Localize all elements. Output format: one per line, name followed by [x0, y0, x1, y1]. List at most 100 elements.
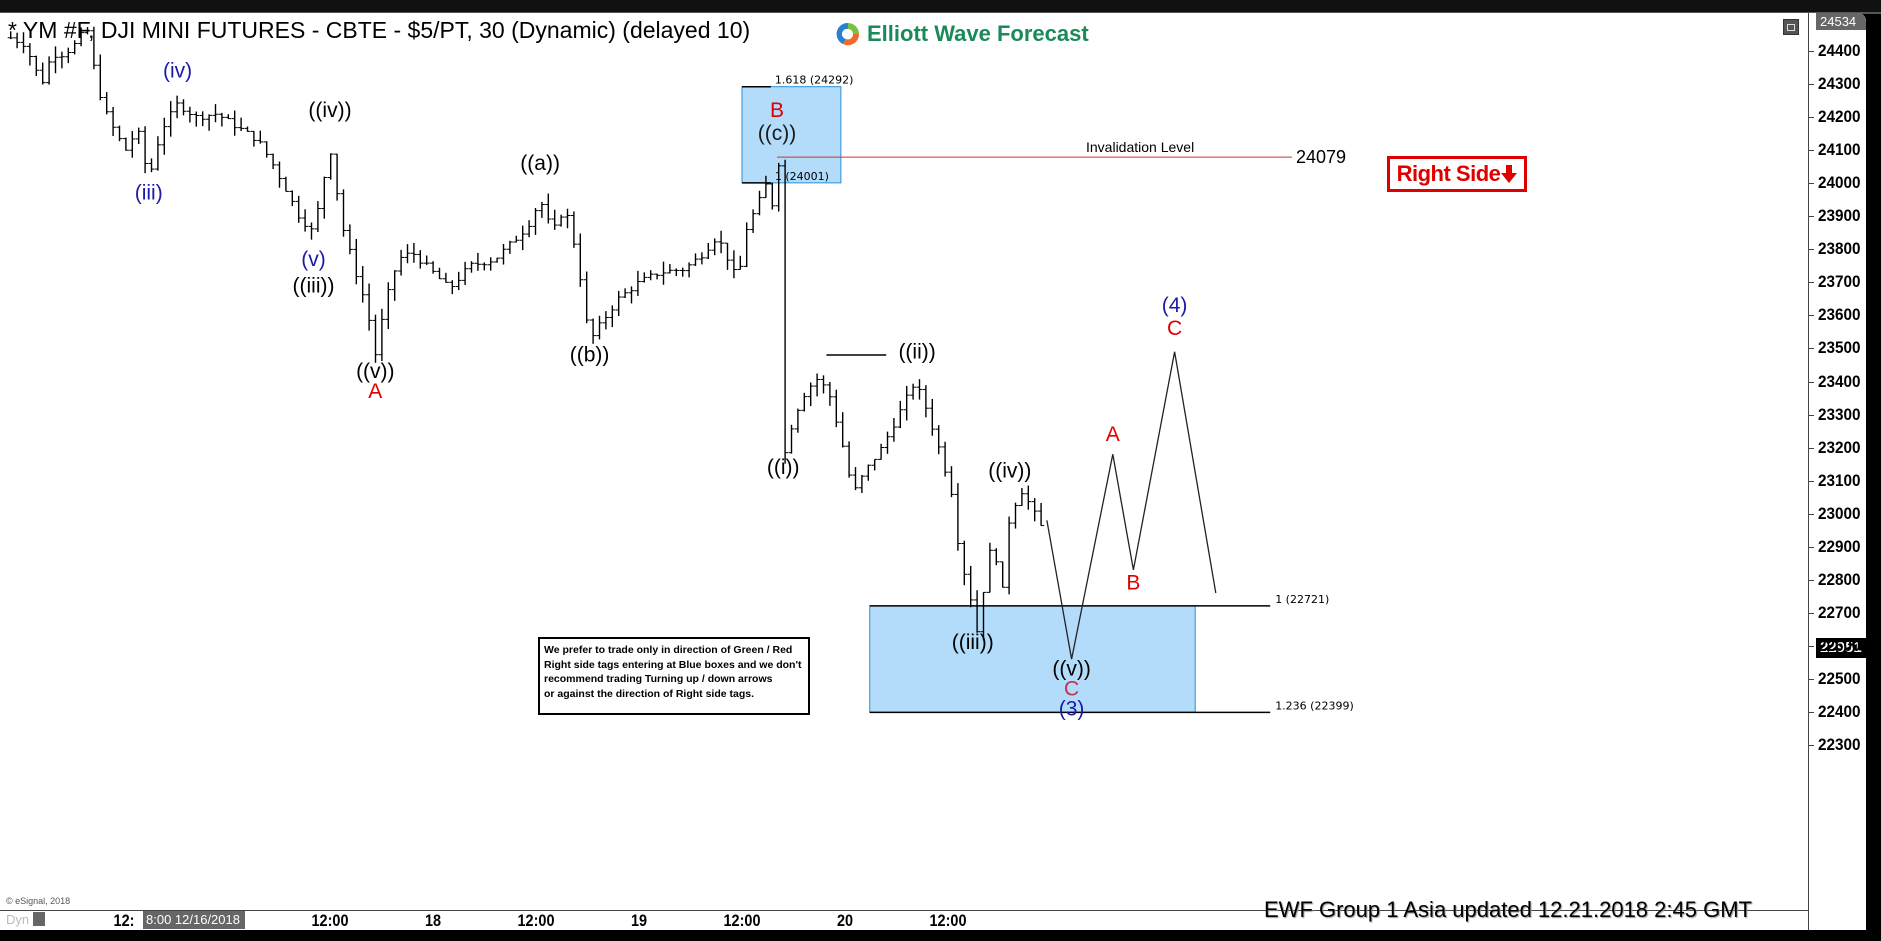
wave-label: ((c)): [758, 122, 796, 145]
chart-title: * YM #F, DJI MINI FUTURES - CBTE - $5/PT…: [8, 17, 751, 43]
x-axis-label: 12:00: [517, 911, 555, 930]
y-axis-tick: [1808, 183, 1814, 185]
wave-label: ((ii)): [898, 340, 935, 363]
fib-label-bottom: 1.236 (22399): [1275, 699, 1354, 712]
invalidation-value: 24079: [1296, 147, 1346, 167]
note-line: or against the direction of Right side t…: [544, 687, 755, 700]
y-axis-label: 22900: [1818, 536, 1861, 556]
wave-label: ((i)): [767, 456, 800, 479]
y-axis-label: 22500: [1818, 668, 1861, 688]
x-axis-label: 12:00: [929, 911, 967, 930]
y-axis-label: 23600: [1818, 305, 1861, 325]
y-axis-label: 23700: [1818, 272, 1861, 292]
y-axis-label: 23000: [1818, 503, 1861, 523]
y-axis-label: 22400: [1818, 702, 1861, 721]
screen-frame: 1.618 (24292) 1 (24001) 1 (22721) 1.236 (22…: [0, 0, 1881, 941]
y-axis-tick: [1808, 546, 1814, 548]
y-axis-tick: [1808, 745, 1814, 747]
wave-label: B: [770, 99, 784, 122]
y-axis-tick: [1808, 51, 1814, 52]
wave-label: (iii): [135, 182, 163, 205]
x-axis-label: 12:00: [311, 911, 349, 930]
y-axis-label: 24400: [1818, 41, 1861, 60]
y-axis-label: 23500: [1818, 338, 1861, 358]
wave-label: ((iii)): [293, 274, 335, 297]
y-axis-tick: [1808, 414, 1814, 416]
wave-label: (4): [1162, 294, 1188, 317]
y-axis-tick: [1808, 480, 1814, 482]
y-axis-tick: [1808, 712, 1814, 713]
y-axis-label: 22700: [1818, 602, 1861, 622]
y-axis-tick: [1808, 348, 1814, 350]
lock-icon[interactable]: [33, 912, 45, 926]
arrow-down-icon: [1501, 165, 1518, 183]
dyn-label: Dyn: [6, 912, 30, 927]
wave-label: ((iv)): [988, 459, 1031, 482]
note-line: recommend trading Turning up / down arro…: [544, 673, 773, 685]
y-axis-label: 23400: [1818, 371, 1861, 391]
y-axis-label: 24100: [1818, 140, 1861, 160]
y-axis-tick: [1808, 678, 1814, 680]
x-axis-label: 18: [424, 911, 442, 930]
copyright-text: © eSignal, 2018: [6, 896, 71, 906]
y-axis-tick: [1808, 150, 1814, 152]
y-axis-tick: [1808, 84, 1814, 86]
y-axis-label: 22600: [1818, 635, 1861, 655]
wave-label: (v): [301, 248, 326, 271]
right-side-tag: Right Side: [1387, 156, 1527, 192]
fib-label-top: 1.618 (24292): [775, 74, 854, 87]
price-chart[interactable]: 1.618 (24292) 1 (24001) 1 (22721) 1.236 (22…: [0, 13, 1808, 910]
y-axis-tick: [1808, 447, 1814, 449]
right-side-label: Right Side: [1396, 161, 1501, 186]
y-axis-label: 24200: [1818, 107, 1861, 127]
axis-top-price-tag: 24534: [1816, 13, 1866, 30]
fib-label-bottom: 1 (24001): [775, 170, 829, 183]
window-top-bar: [0, 0, 1881, 14]
wave-label: ((iii)): [952, 631, 994, 654]
wave-label: ((a)): [520, 152, 560, 175]
y-axis-label: 23800: [1818, 239, 1861, 259]
y-axis-label: 22300: [1818, 735, 1861, 755]
y-axis-tick: [1808, 513, 1814, 515]
wave-label: B: [1126, 572, 1140, 595]
y-axis-tick: [1808, 645, 1814, 647]
y-axis-tick: [1808, 612, 1814, 614]
y-axis-label: 24300: [1818, 74, 1861, 94]
ewf-logo-text: Elliott Wave Forecast: [867, 21, 1089, 46]
y-axis-tick: [1808, 117, 1814, 119]
x-axis-label: 12:: [113, 911, 135, 930]
y-axis-label: 24000: [1818, 173, 1861, 193]
y-axis-label: 23900: [1818, 206, 1861, 226]
note-line: Right side tags entering at Blue boxes a…: [544, 658, 802, 671]
ewf-logo-icon: [836, 22, 860, 46]
wave-label: ((b)): [570, 344, 610, 367]
time-cursor-label: 8:00 12/16/2018: [143, 911, 245, 929]
y-axis-tick: [1808, 315, 1814, 317]
ewf-logo: Elliott Wave Forecast: [835, 19, 1089, 49]
y-axis-tick: [1808, 249, 1814, 251]
y-axis-tick: [1808, 579, 1814, 581]
blue-box-lower: [869, 605, 1196, 713]
y-axis-tick: [1808, 216, 1814, 218]
y-axis-tick: [1808, 381, 1814, 383]
y-axis-label: 23100: [1818, 470, 1861, 490]
invalidation-label: Invalidation Level: [1086, 139, 1194, 155]
x-axis-label: 20: [836, 911, 854, 930]
note-line: We prefer to trade only in direction of …: [544, 644, 793, 656]
wave-label: A: [368, 380, 382, 403]
y-axis-tick: [1808, 282, 1814, 284]
y-axis-label: 22800: [1818, 569, 1861, 589]
y-axis-label: 23300: [1818, 404, 1861, 424]
x-axis-label: 12:00: [723, 911, 761, 930]
update-footer: EWF Group 1 Asia updated 12.21.2018 2:45…: [1264, 897, 1752, 922]
wave-label: A: [1106, 423, 1120, 446]
wave-label: (3): [1059, 697, 1085, 720]
chart-window: 1.618 (24292) 1 (24001) 1 (22721) 1.236 (22…: [0, 13, 1866, 930]
wave-label: ((iv)): [308, 99, 351, 122]
trading-note: We prefer to trade only in direction of …: [538, 637, 810, 715]
wave-label: (iv): [163, 59, 192, 82]
x-axis-label: 19: [630, 911, 648, 930]
y-axis-label: 23200: [1818, 437, 1861, 457]
wave-label: C: [1167, 317, 1182, 340]
restore-window-icon[interactable]: [1783, 19, 1799, 35]
